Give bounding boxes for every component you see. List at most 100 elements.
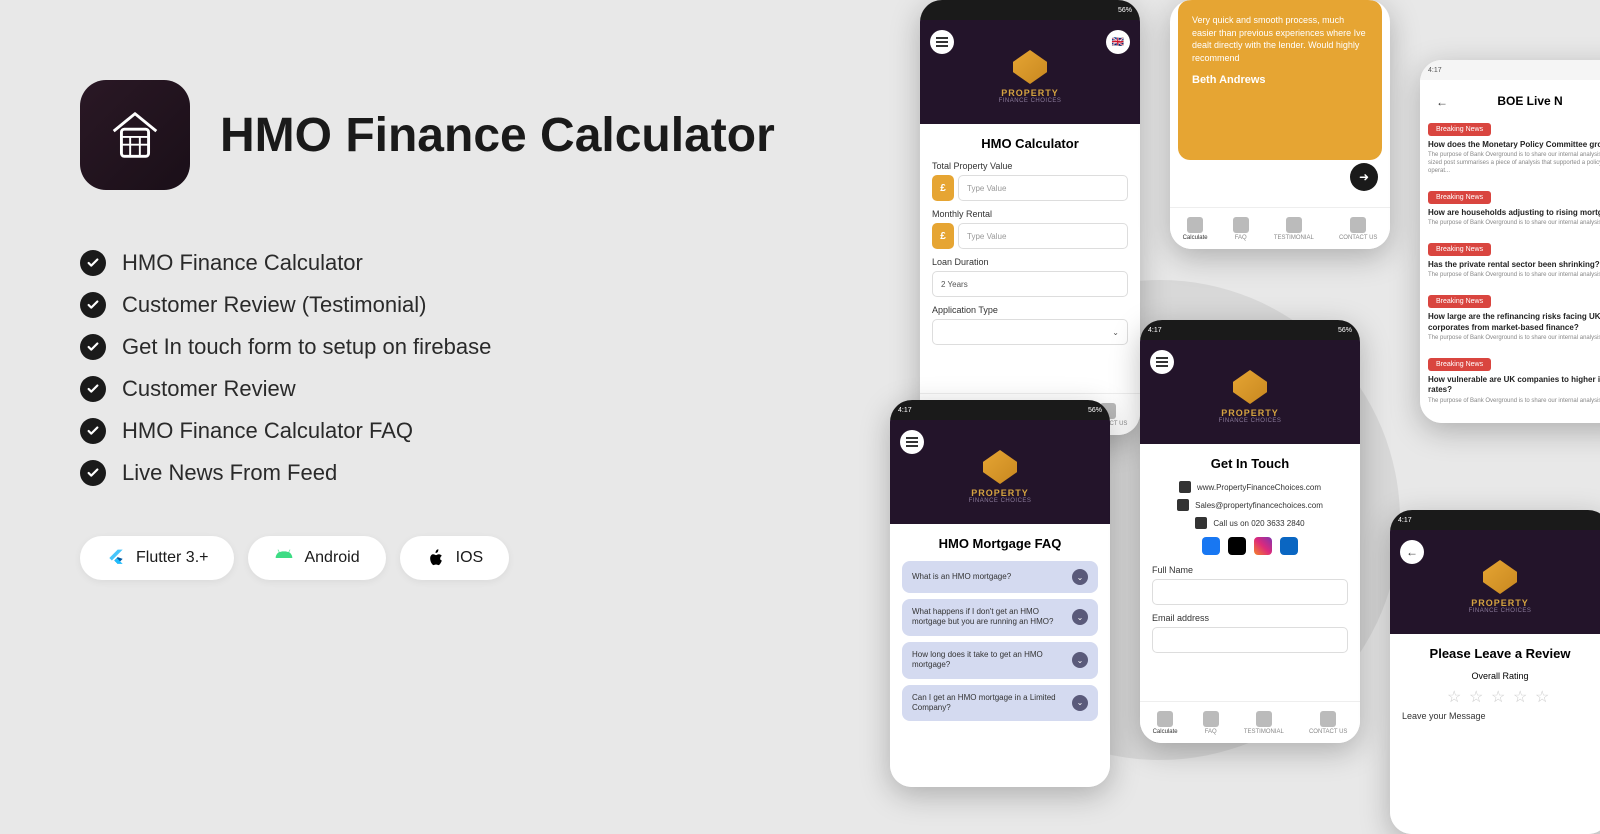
calculator-card: HMO Calculator Total Property Value £ Ty… bbox=[920, 124, 1140, 413]
contact-phone[interactable]: Call us on 020 3633 2840 bbox=[1213, 519, 1304, 528]
twitter-icon[interactable] bbox=[1228, 537, 1246, 555]
property-value-input[interactable]: Type Value bbox=[958, 175, 1128, 201]
card-title: Please Leave a Review bbox=[1402, 646, 1598, 661]
back-button[interactable]: ← bbox=[1430, 90, 1454, 114]
fullname-input[interactable] bbox=[1152, 579, 1348, 605]
brand-logo: PROPERTY FINANCE CHOICES bbox=[930, 32, 1130, 112]
phone-faq: 4:1756% PROPERTY FINANCE CHOICES HMO Mor… bbox=[890, 400, 1110, 787]
flag-button[interactable]: 🇬🇧 bbox=[1106, 30, 1130, 54]
nav-item[interactable]: TESTIMONIAL bbox=[1244, 711, 1284, 735]
field-label: Leave your Message bbox=[1402, 711, 1598, 721]
loan-duration-select[interactable]: 2 Years bbox=[932, 271, 1128, 297]
star-rating[interactable]: ☆☆☆☆☆ bbox=[1402, 687, 1598, 705]
faq-question: How long does it take to get an HMO mort… bbox=[912, 650, 1072, 671]
breaking-badge: Breaking News bbox=[1428, 295, 1491, 308]
nav-item[interactable]: FAQ bbox=[1233, 217, 1249, 241]
brand-name: PROPERTY bbox=[1400, 598, 1600, 608]
app-header: PROPERTY FINANCE CHOICES bbox=[890, 420, 1110, 524]
status-bar: 4:17 bbox=[1420, 60, 1600, 80]
star-icon[interactable]: ☆ bbox=[1469, 687, 1487, 705]
breaking-badge: Breaking News bbox=[1428, 358, 1491, 371]
status-bar: 4:17 bbox=[1390, 510, 1600, 530]
nav-item[interactable]: FAQ bbox=[1203, 711, 1219, 735]
logo-mark-icon bbox=[1233, 370, 1267, 404]
news-headline: How does the Monetary Policy Committee g… bbox=[1428, 140, 1600, 150]
left-content: HMO Finance Calculator HMO Finance Calcu… bbox=[80, 80, 775, 580]
contact-website[interactable]: www.PropertyFinanceChoices.com bbox=[1197, 483, 1321, 492]
feature-item: Live News From Feed bbox=[80, 460, 775, 486]
chevron-down-icon: ⌄ bbox=[1112, 328, 1119, 337]
contact-email[interactable]: Sales@propertyfinancechoices.com bbox=[1195, 501, 1323, 510]
news-headline: Has the private rental sector been shrin… bbox=[1428, 260, 1600, 270]
app-header: PROPERTY FINANCE CHOICES bbox=[1140, 340, 1360, 444]
chevron-down-icon: ⌄ bbox=[1072, 569, 1088, 585]
news-desc: The purpose of Bank Overground is to sha… bbox=[1428, 220, 1600, 228]
news-desc: The purpose of Bank Overground is to sha… bbox=[1428, 398, 1600, 406]
share-fab[interactable]: ➜ bbox=[1350, 163, 1378, 191]
feature-text: Get In touch form to setup on firebase bbox=[122, 334, 491, 360]
field-label: Application Type bbox=[932, 305, 1128, 315]
news-item[interactable]: Breaking News Has the private rental sect… bbox=[1428, 238, 1600, 280]
linkedin-icon[interactable] bbox=[1280, 537, 1298, 555]
currency-prefix: £ bbox=[932, 223, 954, 249]
chevron-down-icon: ⌄ bbox=[1072, 609, 1088, 625]
platform-chip[interactable]: Android bbox=[248, 536, 385, 580]
rating-label: Overall Rating bbox=[1402, 671, 1598, 681]
breaking-badge: Breaking News bbox=[1428, 243, 1491, 256]
phone-news: 4:17 ← BOE Live N Breaking NewsHow does … bbox=[1420, 60, 1600, 423]
star-icon[interactable]: ☆ bbox=[1491, 687, 1509, 705]
field-label: Total Property Value bbox=[932, 161, 1128, 171]
check-icon bbox=[80, 418, 106, 444]
star-icon[interactable]: ☆ bbox=[1535, 687, 1553, 705]
nav-item[interactable]: CONTACT US bbox=[1339, 217, 1377, 241]
phone-calculator: 56% 🇬🇧 PROPERTY FINANCE CHOICES HMO Calc… bbox=[920, 0, 1140, 435]
back-button[interactable]: ← bbox=[1400, 540, 1424, 564]
news-headline: How large are the refinancing risks faci… bbox=[1428, 312, 1600, 333]
feature-text: Live News From Feed bbox=[122, 460, 337, 486]
app-header: 🇬🇧 PROPERTY FINANCE CHOICES bbox=[920, 20, 1140, 124]
menu-button[interactable] bbox=[930, 30, 954, 54]
testimonial-author: Beth Andrews bbox=[1192, 74, 1368, 86]
faq-item[interactable]: What is an HMO mortgage?⌄ bbox=[902, 561, 1098, 593]
star-icon[interactable]: ☆ bbox=[1513, 687, 1531, 705]
application-type-select[interactable]: ⌄ bbox=[932, 319, 1128, 345]
nav-icon bbox=[1320, 711, 1336, 727]
platform-chip[interactable]: IOS bbox=[400, 536, 510, 580]
instagram-icon[interactable] bbox=[1254, 537, 1272, 555]
news-item[interactable]: Breaking News How large are the refinanci… bbox=[1428, 290, 1600, 343]
news-item[interactable]: Breaking NewsHow are households adjustin… bbox=[1428, 186, 1600, 228]
phone-mockups: 56% 🇬🇧 PROPERTY FINANCE CHOICES HMO Calc… bbox=[890, 0, 1600, 820]
feature-text: Customer Review (Testimonial) bbox=[122, 292, 426, 318]
globe-icon bbox=[1179, 481, 1191, 493]
phone-contact: 4:1756% PROPERTY FINANCE CHOICES Get In … bbox=[1140, 320, 1360, 743]
field-label: Monthly Rental bbox=[932, 209, 1128, 219]
logo-mark-icon bbox=[1013, 50, 1047, 84]
brand-name: PROPERTY bbox=[930, 88, 1130, 98]
news-item[interactable]: Breaking NewsHow does the Monetary Polic… bbox=[1428, 118, 1600, 176]
news-item[interactable]: Breaking NewsHow vulnerable are UK compa… bbox=[1428, 353, 1600, 406]
android-icon bbox=[274, 548, 294, 568]
news-desc: The purpose of Bank Overground is to sha… bbox=[1428, 272, 1600, 280]
menu-button[interactable] bbox=[900, 430, 924, 454]
flutter-icon bbox=[106, 548, 126, 568]
status-bar: 56% bbox=[920, 0, 1140, 20]
faq-item[interactable]: What happens if I don't get an HMO mortg… bbox=[902, 599, 1098, 636]
monthly-rental-input[interactable]: Type Value bbox=[958, 223, 1128, 249]
faq-card: HMO Mortgage FAQ What is an HMO mortgage… bbox=[890, 524, 1110, 787]
faq-item[interactable]: How long does it take to get an HMO mort… bbox=[902, 642, 1098, 679]
nav-item[interactable]: Calculate bbox=[1153, 711, 1178, 735]
logo-mark-icon bbox=[1483, 560, 1517, 594]
menu-button[interactable] bbox=[1150, 350, 1174, 374]
check-icon bbox=[80, 376, 106, 402]
nav-item[interactable]: TESTIMONIAL bbox=[1274, 217, 1314, 241]
star-icon[interactable]: ☆ bbox=[1447, 687, 1465, 705]
field-label: Email address bbox=[1152, 613, 1348, 623]
facebook-icon[interactable] bbox=[1202, 537, 1220, 555]
platform-chip[interactable]: Flutter 3.+ bbox=[80, 536, 234, 580]
email-input[interactable] bbox=[1152, 627, 1348, 653]
nav-item[interactable]: CONTACT US bbox=[1309, 711, 1347, 735]
feature-text: HMO Finance Calculator FAQ bbox=[122, 418, 413, 444]
check-icon bbox=[80, 460, 106, 486]
faq-item[interactable]: Can I get an HMO mortgage in a Limited C… bbox=[902, 685, 1098, 722]
nav-item[interactable]: Calculate bbox=[1183, 217, 1208, 241]
